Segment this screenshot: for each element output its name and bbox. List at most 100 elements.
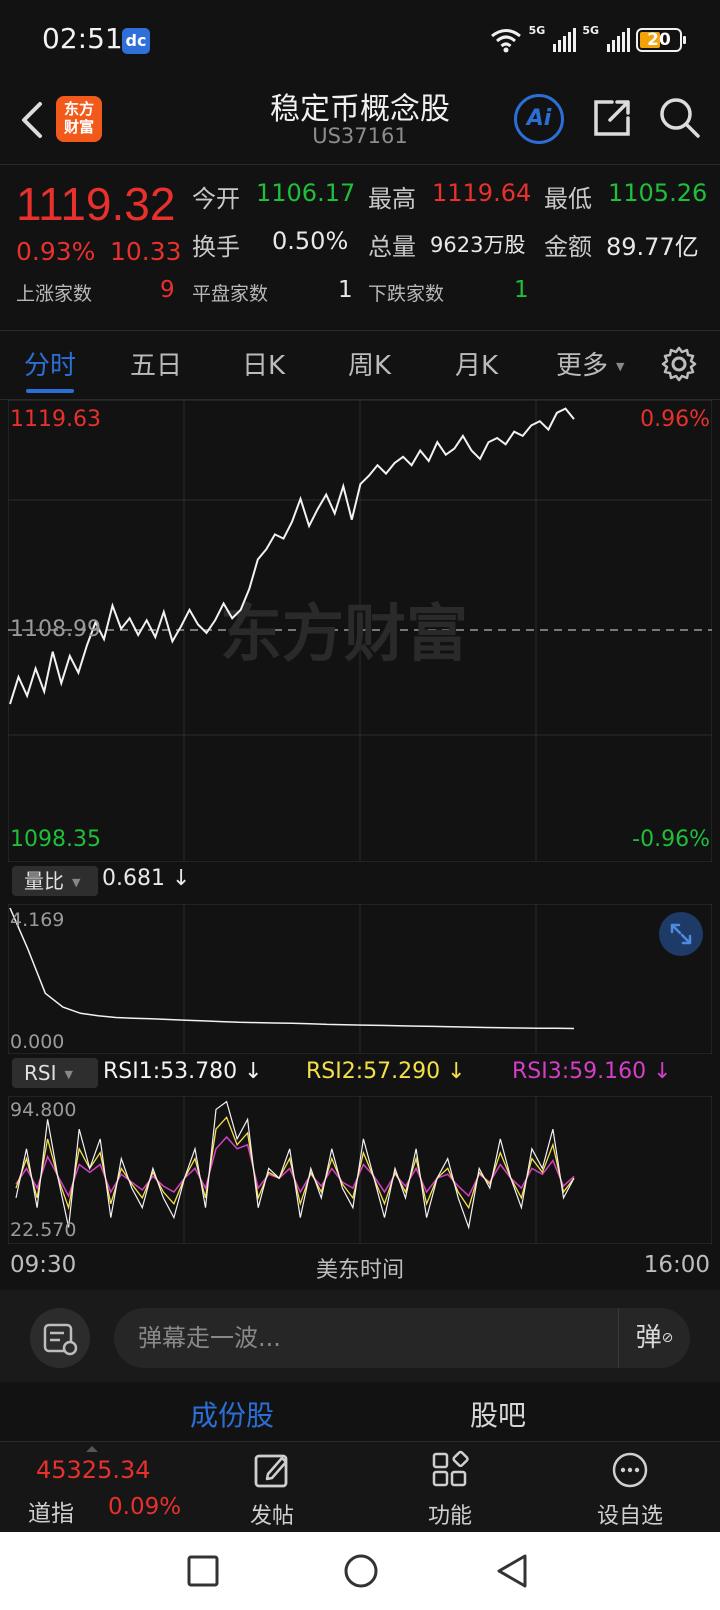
- price-max-label: 1119.63: [10, 407, 101, 432]
- volume-indicator-selector[interactable]: 量比 ▼: [12, 866, 98, 896]
- wifi-icon: [490, 29, 521, 53]
- nav-functions-label: 功能: [427, 1504, 472, 1529]
- open-label: 今开: [192, 185, 240, 213]
- volume-max-label: 4.169: [10, 909, 64, 931]
- rsi-min-label: 22.570: [10, 1219, 76, 1241]
- edit-post-icon: [254, 1454, 288, 1488]
- expand-chart-icon[interactable]: [659, 912, 703, 956]
- signal-icon-1: [553, 28, 577, 52]
- comment-bar: 弹幕走一波... 弹⊘: [0, 1290, 720, 1382]
- rsi-chart[interactable]: 94.800 22.570: [8, 1096, 712, 1244]
- search-icon[interactable]: [656, 94, 702, 140]
- rsi2-line: [15, 1116, 575, 1211]
- danmaku-settings-icon: [43, 1323, 78, 1356]
- rsi1-readout: RSI1:53.780 ↓: [103, 1059, 263, 1084]
- volume-ratio-number: 0.681: [102, 866, 165, 891]
- down-count-label: 下跌家数: [368, 283, 445, 305]
- nav-add-watchlist-label: 设自选: [596, 1504, 663, 1529]
- price-chart[interactable]: 东方财富 1119.63 1108.99 1098.35 0.96% -0.96…: [8, 400, 712, 862]
- rsi2-readout: RSI2:57.290 ↓: [306, 1059, 466, 1084]
- price-min-pct: -0.96%: [632, 827, 710, 852]
- rsi-indicator-selector[interactable]: RSI ▼: [12, 1058, 98, 1088]
- turnover-label: 换手: [192, 233, 240, 261]
- rsi-max-label: 94.800: [10, 1099, 76, 1121]
- change-amount: 10.33: [110, 237, 182, 266]
- danmaku-off-icon: ⊘: [661, 1330, 674, 1346]
- price-ref-label: 1108.99: [10, 617, 101, 642]
- open-value: 1106.17: [256, 179, 356, 207]
- volume-min-label: 0.000: [10, 1031, 64, 1053]
- dropdown-caret-icon: ▼: [72, 875, 81, 889]
- last-price: 1119.32: [16, 178, 176, 230]
- bottom-nav: 45325.34 道指 0.09% 发帖 功能 设自选: [0, 1442, 720, 1532]
- quote-panel: 1119.32 0.93% 10.33 今开 1106.17 最高 1119.6…: [0, 165, 720, 330]
- index-value: 45325.34: [36, 1456, 151, 1484]
- system-navigation-bar: [0, 1532, 720, 1610]
- amount-value: 89.77亿: [606, 233, 699, 261]
- battery-icon: 20: [636, 28, 686, 52]
- change-percent: 0.93%: [16, 237, 96, 266]
- dropdown-caret-icon: ▼: [64, 1067, 73, 1081]
- header: 东方 财富 稳定币概念股 US37161 Ai: [0, 84, 720, 164]
- back-icon[interactable]: [494, 1552, 530, 1590]
- tab-monthly-k[interactable]: 月K: [455, 345, 498, 382]
- tab-weekly-k[interactable]: 周K: [348, 345, 391, 382]
- volume-selector-label: 量比: [24, 869, 64, 893]
- home-icon[interactable]: [342, 1552, 380, 1590]
- rsi2-text: RSI2:57.290: [306, 1059, 441, 1084]
- status-time: 02:51: [42, 22, 123, 55]
- high-label: 最高: [368, 185, 416, 213]
- sub-tabs: 成份股 股吧: [0, 1382, 720, 1442]
- tab-more-label: 更多: [556, 351, 609, 381]
- more-options-icon: [612, 1452, 648, 1488]
- signal-icon-2: [607, 28, 630, 52]
- volume-ratio-chart[interactable]: 4.169 0.000: [8, 904, 712, 1054]
- rsi-selector-label: RSI: [24, 1061, 57, 1085]
- index-ticker[interactable]: 45325.34 道指 0.09%: [0, 1442, 200, 1532]
- rsi3-text: RSI3:59.160: [512, 1059, 647, 1084]
- dropdown-caret-icon: ▼: [616, 360, 625, 373]
- volume-label: 总量: [368, 233, 416, 261]
- turnover-value: 0.50%: [272, 227, 349, 255]
- time-end-label: 16:00: [643, 1252, 710, 1278]
- low-label: 最低: [544, 185, 592, 213]
- tab-constituents[interactable]: 成份股: [190, 1394, 274, 1434]
- settings-gear-icon[interactable]: [660, 345, 698, 383]
- danmaku-toggle-button[interactable]: 弹⊘: [618, 1308, 690, 1368]
- expand-caret-icon: [86, 1446, 98, 1452]
- tab-stock-forum[interactable]: 股吧: [470, 1394, 526, 1434]
- rsi1-text: RSI1:53.780: [103, 1059, 238, 1084]
- watermark: 东方财富: [220, 597, 468, 670]
- recent-apps-icon[interactable]: [186, 1554, 220, 1588]
- tab-intraday[interactable]: 分时: [24, 345, 76, 382]
- comment-settings-button[interactable]: [30, 1308, 90, 1368]
- network-type-2: 5G: [582, 24, 599, 37]
- up-count-value: 9: [160, 277, 175, 303]
- ai-assistant-button[interactable]: Ai: [514, 94, 564, 144]
- tab-daily-k[interactable]: 日K: [242, 345, 285, 382]
- amount-label: 金额: [544, 233, 592, 261]
- flat-count-label: 平盘家数: [192, 283, 269, 305]
- active-tab-indicator: [26, 389, 74, 393]
- index-name: 道指: [28, 1501, 74, 1527]
- share-icon[interactable]: [590, 96, 634, 140]
- danmaku-input[interactable]: 弹幕走一波...: [114, 1308, 690, 1368]
- grid-functions-icon: [432, 1450, 469, 1487]
- nav-functions[interactable]: 功能: [390, 1450, 510, 1530]
- volume-value: 9623万股: [430, 233, 526, 257]
- up-count-label: 上涨家数: [16, 283, 93, 305]
- tab-more[interactable]: 更多 ▼: [556, 345, 624, 382]
- rsi3-readout: RSI3:59.160 ↓: [512, 1059, 672, 1084]
- nav-post[interactable]: 发帖: [212, 1450, 332, 1530]
- status-indicators: 5G 5G 20: [489, 24, 686, 56]
- danmaku-toggle-label: 弹: [635, 1323, 662, 1353]
- timezone-label: 美东时间: [315, 1258, 404, 1283]
- nav-add-watchlist[interactable]: 设自选: [570, 1450, 690, 1530]
- low-value: 1105.26: [608, 179, 708, 207]
- tab-five-day[interactable]: 五日: [130, 345, 182, 382]
- volume-ratio-value: 0.681 ↓: [102, 866, 191, 891]
- app-notification-icon: dc: [122, 28, 150, 54]
- price-max-pct: 0.96%: [640, 407, 710, 432]
- chart-tabs: 分时 五日 日K 周K 月K 更多 ▼: [0, 331, 720, 399]
- down-count-value: 1: [514, 277, 529, 303]
